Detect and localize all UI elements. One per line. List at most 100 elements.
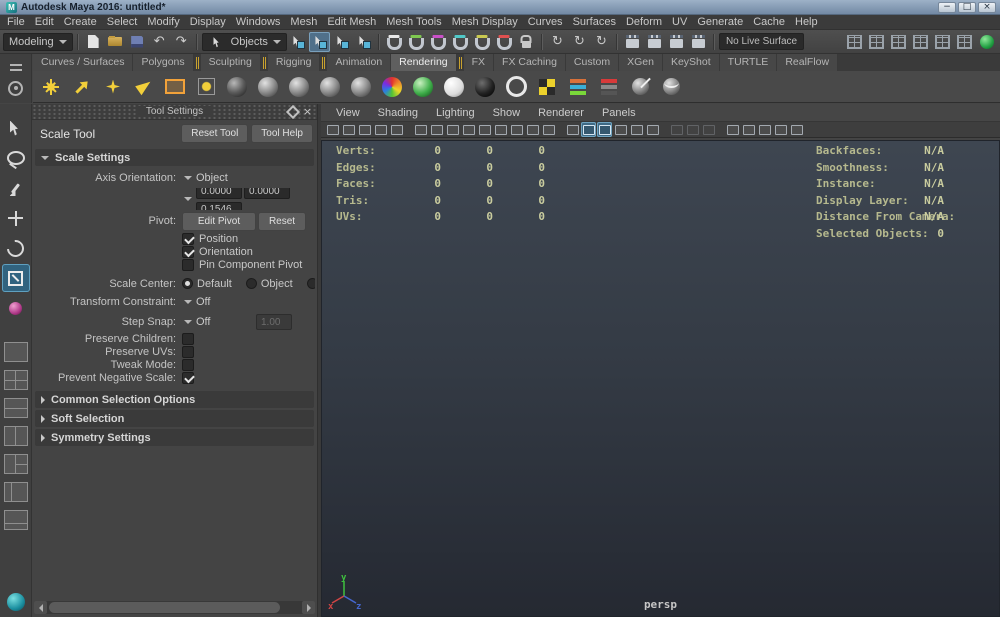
shaded-icon[interactable]	[581, 122, 596, 137]
film-gate-icon[interactable]	[461, 122, 476, 137]
step-snap-value[interactable]: Off	[196, 316, 248, 328]
select-camera-icon[interactable]	[325, 122, 340, 137]
scale-value-field-0[interactable]	[196, 188, 242, 199]
shading-map-icon[interactable]	[471, 73, 499, 101]
use-all-lights-icon[interactable]	[613, 122, 628, 137]
layered-texture-icon[interactable]	[564, 73, 592, 101]
multisampling-icon[interactable]	[685, 122, 700, 137]
menu-generate[interactable]: Generate	[692, 15, 748, 30]
menu-create[interactable]: Create	[59, 15, 102, 30]
reset-tool-button[interactable]: Reset Tool	[181, 124, 249, 143]
menu-deform[interactable]: Deform	[621, 15, 667, 30]
scale-tool-icon[interactable]	[1, 264, 30, 292]
menu-curves[interactable]: Curves	[523, 15, 568, 30]
snap-to-points-icon[interactable]	[428, 32, 449, 52]
tool-help-button[interactable]: Tool Help	[251, 124, 313, 143]
directional-light-icon[interactable]	[68, 73, 96, 101]
menu-file[interactable]: File	[2, 15, 30, 30]
close-icon[interactable]: ×	[301, 105, 314, 118]
area-light-icon[interactable]	[161, 73, 189, 101]
show-attribute-editor-icon[interactable]	[888, 32, 909, 52]
ipr-render-icon[interactable]	[666, 32, 687, 52]
selection-mask-icon[interactable]	[353, 32, 374, 52]
dropdown-arrow-icon[interactable]	[184, 197, 192, 201]
menu-modify[interactable]: Modify	[142, 15, 184, 30]
pin-icon[interactable]	[286, 105, 299, 118]
dropdown-arrow-icon[interactable]	[184, 176, 192, 180]
undo-icon[interactable]	[149, 32, 170, 52]
radio-ma[interactable]: Ma	[306, 278, 315, 290]
move-tool-icon[interactable]	[2, 204, 30, 232]
menu-edit-mesh[interactable]: Edit Mesh	[322, 15, 381, 30]
checkbox-pin-component-pivot[interactable]	[182, 258, 194, 271]
teal-sphere-icon[interactable]	[6, 593, 25, 611]
camera-attributes-icon[interactable]	[357, 122, 372, 137]
viewport-menu-renderer[interactable]: Renderer	[529, 107, 593, 119]
checkbox-orientation[interactable]	[182, 245, 194, 258]
menu-surfaces[interactable]: Surfaces	[568, 15, 621, 30]
viewport-menu-lighting[interactable]: Lighting	[427, 107, 484, 119]
layout-outliner-persp-icon[interactable]	[3, 482, 28, 502]
selection-mode-dropdown[interactable]: Objects	[201, 32, 287, 51]
paint-effects-shader-icon[interactable]	[657, 73, 685, 101]
radio-default[interactable]: Default	[182, 278, 232, 290]
textured-icon[interactable]	[597, 122, 612, 137]
show-channel-box-icon[interactable]	[932, 32, 953, 52]
menu-cache[interactable]: Cache	[748, 15, 790, 30]
save-scene-icon[interactable]	[127, 32, 148, 52]
grid-icon[interactable]	[445, 122, 460, 137]
shelf-tab-rigging[interactable]: Rigging	[267, 54, 321, 71]
section-common-selection-options[interactable]: Common Selection Options	[35, 391, 314, 408]
scrollbar-thumb[interactable]	[49, 602, 280, 613]
scroll-left-icon[interactable]	[34, 601, 47, 614]
checkbox-position[interactable]	[182, 232, 194, 245]
checkbox-tweak-mode[interactable]	[182, 358, 194, 371]
ramp-shader-icon[interactable]	[409, 73, 437, 101]
use-background-icon[interactable]	[502, 73, 530, 101]
section-scale-settings[interactable]: Scale Settings	[35, 149, 314, 166]
show-modeling-toolkit-icon[interactable]	[844, 32, 865, 52]
snap-to-projected-center-icon[interactable]	[450, 32, 471, 52]
resolution-gate-icon[interactable]	[477, 122, 492, 137]
menu-windows[interactable]: Windows	[231, 15, 286, 30]
viewport-menu-shading[interactable]: Shading	[369, 107, 427, 119]
maximize-button[interactable]: □	[958, 1, 976, 13]
shelf-tab-selector-icon[interactable]	[7, 58, 25, 74]
shelf-tab-keyshot[interactable]: KeyShot	[662, 54, 720, 71]
bookmark-icon[interactable]	[373, 122, 388, 137]
layout-two-pane-side-icon[interactable]	[3, 426, 28, 446]
viewport-canvas[interactable]: Verts: 0 0 0 Edges: 0 0 0 Faces: 0 0 0 Tris: 0 0 0 UVs: 0…	[321, 140, 1000, 617]
section-symmetry-settings[interactable]: Symmetry Settings	[35, 429, 314, 446]
lambert-material-icon[interactable]	[285, 73, 313, 101]
point-light-icon[interactable]	[99, 73, 127, 101]
checkbox-preserve-uvs[interactable]	[182, 345, 194, 358]
viewport-menu-panels[interactable]: Panels	[593, 107, 645, 119]
shelf-tab-fx[interactable]: FX	[463, 54, 495, 71]
show-tool-settings-icon[interactable]	[910, 32, 931, 52]
section-soft-selection[interactable]: Soft Selection	[35, 410, 314, 427]
shadows-icon[interactable]	[629, 122, 644, 137]
spot-light-icon[interactable]	[130, 73, 158, 101]
menu-mesh[interactable]: Mesh	[285, 15, 322, 30]
gamma-icon[interactable]	[789, 122, 804, 137]
field-chart-icon[interactable]	[509, 122, 524, 137]
snap-to-curves-icon[interactable]	[406, 32, 427, 52]
gate-mask-icon[interactable]	[493, 122, 508, 137]
motion-blur-icon[interactable]	[669, 122, 684, 137]
shelf-tab-realflow[interactable]: RealFlow	[777, 54, 839, 71]
open-render-view-icon[interactable]	[622, 32, 643, 52]
scale-value-field-2[interactable]	[196, 201, 242, 210]
menu-mesh-tools[interactable]: Mesh Tools	[381, 15, 446, 30]
radio-object[interactable]: Object	[245, 278, 293, 290]
layout-two-pane-stacked-icon[interactable]	[3, 398, 28, 418]
blinn-material-icon[interactable]	[254, 73, 282, 101]
layout-four-pane-icon[interactable]	[3, 370, 28, 390]
phong-e-material-icon[interactable]	[347, 73, 375, 101]
shelf-tab-polygons[interactable]: Polygons	[133, 54, 194, 71]
volume-light-icon[interactable]	[192, 73, 220, 101]
hypershade-icon[interactable]	[378, 73, 406, 101]
minimize-button[interactable]: −	[938, 1, 956, 13]
rotate-tool-icon[interactable]	[2, 234, 30, 262]
shelf-tab-rendering[interactable]: Rendering	[391, 54, 457, 71]
lock-selection-icon[interactable]	[516, 32, 537, 52]
